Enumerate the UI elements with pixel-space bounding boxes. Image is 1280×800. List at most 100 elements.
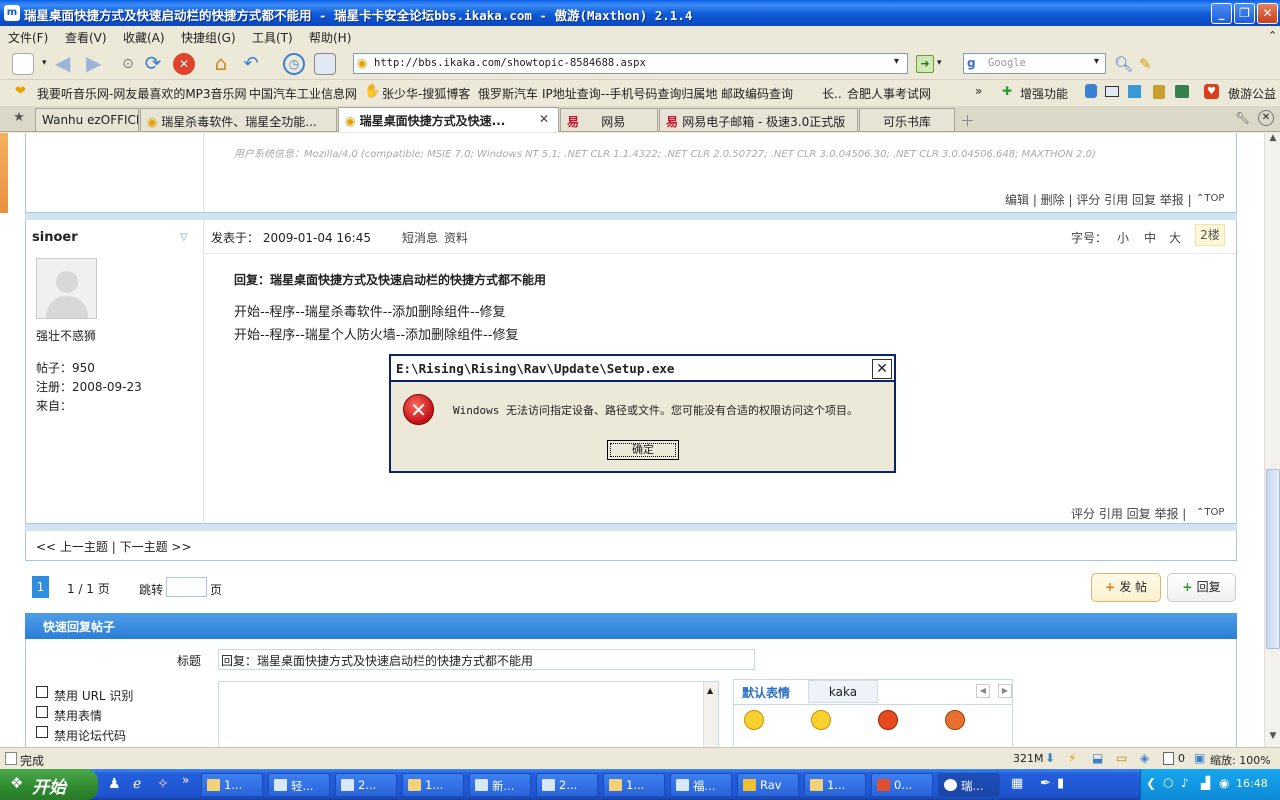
plugin-icon-4[interactable] <box>1153 85 1165 99</box>
tab-163[interactable]: 易 网易 <box>560 108 658 131</box>
tray-pen-icon[interactable]: ✒ <box>1040 776 1051 791</box>
emote-confused-icon[interactable] <box>744 710 764 730</box>
address-bar[interactable]: ◉ http://bbs.ikaka.com/showtopic-8584688… <box>353 53 908 74</box>
more-favorites-icon[interactable]: » <box>975 84 982 98</box>
tray-bar-icon[interactable]: ▮ <box>1057 776 1064 791</box>
scroll-down-icon[interactable]: ▼ <box>1266 731 1280 747</box>
reply-button[interactable]: + 回复 <box>1167 573 1236 602</box>
search-box[interactable]: g Google ▾ <box>963 53 1106 74</box>
tab-close-icon[interactable]: ✕ <box>539 112 549 126</box>
page-scrollbar[interactable]: ▲ ▼ <box>1264 133 1280 747</box>
taskbar-item[interactable]: 轻... <box>268 773 330 797</box>
taskbar-item[interactable]: 福... <box>670 773 732 797</box>
emote-sad-icon[interactable] <box>811 710 831 730</box>
close-tab-icon[interactable]: ✕ <box>1258 110 1274 126</box>
reply-textarea[interactable]: ▲ <box>218 681 719 747</box>
close-button[interactable]: ✕ <box>1257 3 1278 24</box>
plugin-icon-2[interactable] <box>1105 86 1119 97</box>
download-icon[interactable]: ⬇ <box>1045 751 1055 765</box>
taskbar-item[interactable]: 1... <box>402 773 464 797</box>
tray-app-icon[interactable]: ◉ <box>1219 776 1229 790</box>
proxy-icon[interactable]: ⬓ <box>1092 751 1103 765</box>
scroll-up-icon[interactable]: ▲ <box>704 686 713 695</box>
tab-kele[interactable]: 可乐书库 <box>859 108 955 131</box>
fav-link-ip[interactable]: IP地址查询--手机号码查询归属地 <box>542 85 717 102</box>
top-link[interactable]: ⌃TOP <box>1196 507 1224 518</box>
history-dropdown-icon[interactable]: ⊙ <box>117 53 139 75</box>
prev-post-actions[interactable]: 编辑 | 删除 | 评分 引用 回复 举报 | <box>1005 191 1192 208</box>
fav-link-russia-car[interactable]: 俄罗斯汽车 <box>478 85 538 102</box>
zoom-level[interactable]: 缩放: 100% <box>1210 752 1271 768</box>
plugin-icon-1[interactable] <box>1085 84 1097 98</box>
quicklaunch-qq-icon[interactable]: ♟ <box>108 776 121 792</box>
tab-current-topic[interactable]: ◉ 瑞星桌面快捷方式及快速... ✕ <box>338 107 559 132</box>
chevron-down-icon[interactable]: ▾ <box>42 58 47 68</box>
fav-link-auto[interactable]: 中国汽车工业信息网 <box>249 85 357 102</box>
new-page-icon[interactable] <box>12 53 34 75</box>
quicklaunch-ie-icon[interactable]: ℯ <box>133 776 141 792</box>
taskbar-item-active[interactable]: 瑞... <box>938 773 1000 797</box>
disable-bbcode-checkbox[interactable] <box>36 726 48 738</box>
disable-url-checkbox[interactable] <box>36 686 48 698</box>
fav-link-hefei[interactable]: 合肥人事考试网 <box>847 85 931 102</box>
go-dropdown-icon[interactable]: ▾ <box>937 58 942 68</box>
charity-icon[interactable]: ♥ <box>1204 84 1219 99</box>
search-engine-dropdown-icon[interactable]: ▾ <box>1094 56 1099 67</box>
clock-icon[interactable]: ◷ <box>283 53 305 75</box>
favorites-star-icon[interactable]: ★ <box>8 110 30 128</box>
textarea-scrollbar[interactable]: ▲ <box>703 682 718 747</box>
home-icon[interactable]: ⌂ <box>210 53 232 75</box>
lightning-icon[interactable]: ⚡ <box>1068 751 1076 765</box>
folder-icon[interactable]: ▭ <box>1116 751 1127 765</box>
search-icon[interactable]: 🔍︎ <box>1114 55 1133 73</box>
user-menu-chevron-icon[interactable]: ▽ <box>180 232 188 243</box>
fav-link-blog[interactable]: 张少华-搜狐博客 <box>382 85 470 102</box>
forward-icon[interactable]: ▶ <box>86 53 108 75</box>
menu-view[interactable]: 查看(V) <box>65 29 107 46</box>
fav-link-zip[interactable]: 邮政编码查询 <box>721 85 793 102</box>
jump-page-input[interactable] <box>166 577 207 597</box>
font-medium-link[interactable]: 中 <box>1144 229 1156 246</box>
avatar[interactable] <box>36 258 97 319</box>
plugin-icon-5[interactable] <box>1175 85 1189 98</box>
window-titlebar[interactable]: m 瑞星桌面快捷方式及快速启动栏的快捷方式都不能用 - 瑞星卡卡安全论坛bbs.… <box>0 0 1280 26</box>
post-username[interactable]: sinoer <box>32 230 78 245</box>
emote-prev-icon[interactable]: ◀ <box>976 684 990 698</box>
emote-mad-icon[interactable] <box>945 710 965 730</box>
menu-tools[interactable]: 工具(T) <box>252 29 293 46</box>
font-large-link[interactable]: 大 <box>1169 229 1181 246</box>
scroll-up-icon[interactable]: ▲ <box>1266 133 1280 149</box>
pm-link[interactable]: 短消息 <box>402 229 438 246</box>
new-tab-icon[interactable]: ＋ <box>960 110 975 131</box>
prev-top-link[interactable]: ⌃TOP <box>1196 193 1224 204</box>
taskbar-item[interactable]: 1... <box>603 773 665 797</box>
maximize-button[interactable]: ❐ <box>1234 3 1255 24</box>
eraser-icon[interactable]: ◈ <box>1140 751 1149 765</box>
taskbar-item[interactable]: 2... <box>536 773 598 797</box>
tray-network-icon[interactable]: ⬡ <box>1163 776 1173 790</box>
start-button[interactable]: ❖ 开始 <box>0 769 98 800</box>
dialog-close-button[interactable]: ✕ <box>872 359 892 379</box>
emote-tab-kaka[interactable]: kaka <box>808 680 878 703</box>
fav-enhance[interactable]: 增强功能 <box>1020 85 1068 102</box>
menu-file[interactable]: 文件(F) <box>8 29 48 46</box>
taskbar-item[interactable]: 2... <box>335 773 397 797</box>
ok-button[interactable]: 确定 <box>607 440 679 460</box>
post-actions[interactable]: 评分 引用 回复 举报 | <box>1071 505 1186 522</box>
tab-rising-software[interactable]: ◉ 瑞星杀毒软件、瑞星全功能... <box>140 108 337 131</box>
new-topic-button[interactable]: + 发 帖 <box>1091 573 1161 602</box>
font-small-link[interactable]: 小 <box>1117 229 1129 246</box>
tab-tools-icon[interactable]: 🔧︎ <box>1235 111 1250 125</box>
tray-volume-icon[interactable]: ♪ <box>1181 776 1189 790</box>
tray-signal-icon[interactable]: ▟ <box>1201 776 1210 790</box>
tab-163-mail[interactable]: 易 网易电子邮箱 - 极速3.0正式版 <box>659 108 858 131</box>
refresh-icon[interactable]: ⟳ <box>142 53 164 75</box>
dialog-titlebar[interactable]: E:\Rising\Rising\Rav\Update\Setup.exe <box>391 356 894 382</box>
clock[interactable]: 16:48 <box>1236 777 1268 790</box>
taskbar-item[interactable]: 新... <box>469 773 531 797</box>
scroll-thumb[interactable] <box>1266 469 1280 649</box>
taskbar-item[interactable]: 1... <box>804 773 866 797</box>
menu-groups[interactable]: 快捷组(G) <box>181 29 236 46</box>
tab-ezoffice[interactable]: Wanhu ezOFFICE <box>35 108 139 131</box>
go-icon[interactable]: ➜ <box>916 55 934 73</box>
